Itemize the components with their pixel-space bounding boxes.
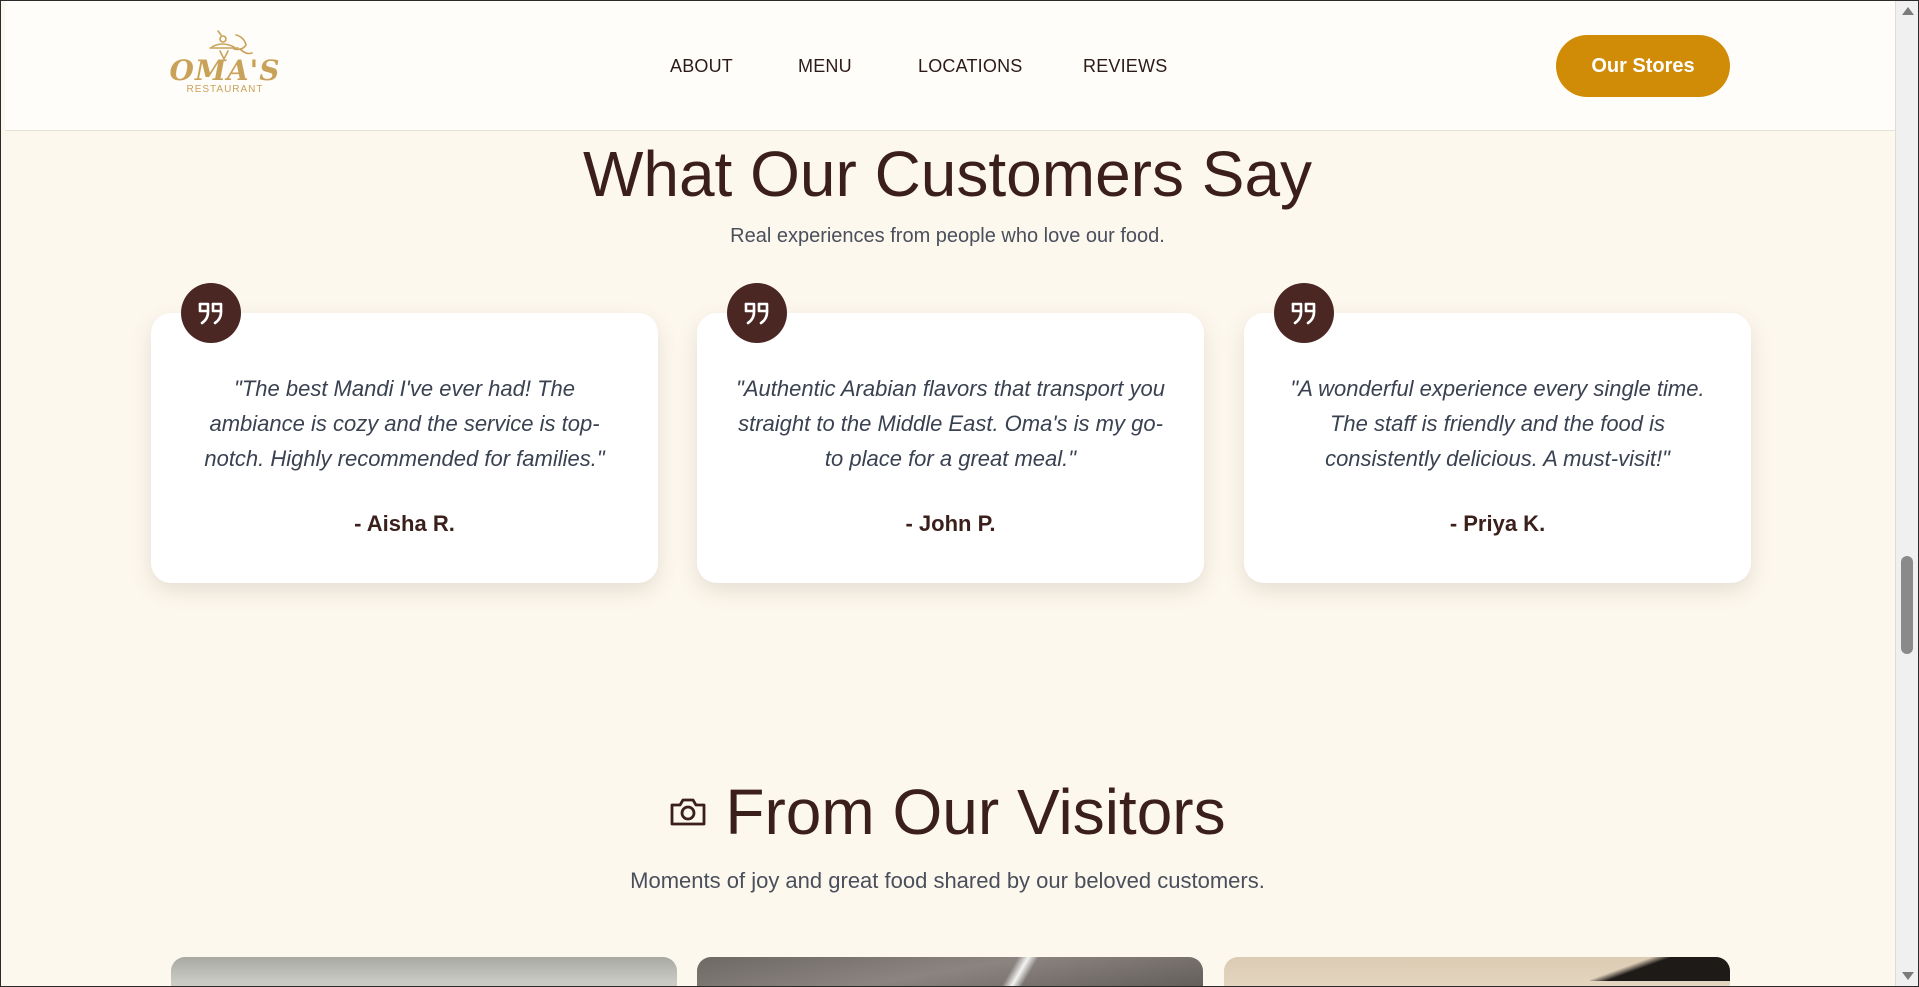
testimonial-author: - Aisha R.	[354, 511, 455, 536]
testimonial-author: - John P.	[905, 511, 996, 536]
testimonial-author: - Priya K.	[1449, 511, 1546, 536]
scroll-down-arrow-icon[interactable]	[1902, 972, 1914, 980]
nav-reviews[interactable]: REVIEWS	[1083, 56, 1167, 77]
logo-subtitle: RESTAURANT	[186, 84, 264, 95]
quote-icon	[181, 283, 241, 343]
page-scrollbar[interactable]	[1895, 1, 1918, 986]
testimonial-quote: "The best Mandi I've ever had! The ambia…	[204, 376, 605, 471]
testimonial-card: "A wonderful experience every single tim…	[1244, 313, 1751, 583]
testimonial-card: "The best Mandi I've ever had! The ambia…	[151, 313, 658, 583]
scroll-thumb[interactable]	[1901, 556, 1913, 654]
quote-icon	[727, 283, 787, 343]
visitor-photo[interactable]	[697, 957, 1203, 987]
photo-dark-object	[1590, 957, 1730, 981]
scroll-up-arrow-icon[interactable]	[1902, 7, 1914, 15]
testimonial-card: "Authentic Arabian flavors that transpor…	[697, 313, 1204, 583]
nav-menu[interactable]: MENU	[798, 56, 852, 77]
testimonials-subtitle: Real experiences from people who love ou…	[730, 225, 1165, 247]
quote-icon	[1274, 283, 1334, 343]
photo-light-streak	[977, 957, 1057, 987]
camera-icon	[670, 798, 706, 826]
testimonials-title: What Our Customers Say	[582, 138, 1313, 210]
nav-about[interactable]: ABOUT	[670, 56, 733, 77]
visitor-photo[interactable]	[1224, 957, 1730, 987]
our-stores-button[interactable]: Our Stores	[1556, 35, 1730, 97]
visitors-title-text: From Our Visitors	[725, 776, 1226, 848]
visitor-photo[interactable]	[171, 957, 677, 987]
site-header: OMA'S RESTAURANT ABOUT MENU LOCATIONS RE…	[5, 1, 1895, 131]
testimonial-quote: "A wonderful experience every single tim…	[1290, 376, 1705, 471]
nav-locations[interactable]: LOCATIONS	[918, 56, 1022, 77]
visitors-subtitle: Moments of joy and great food shared by …	[630, 868, 1265, 893]
visitors-title: From Our Visitors	[0, 776, 1895, 848]
testimonial-quote: "Authentic Arabian flavors that transpor…	[736, 376, 1165, 471]
